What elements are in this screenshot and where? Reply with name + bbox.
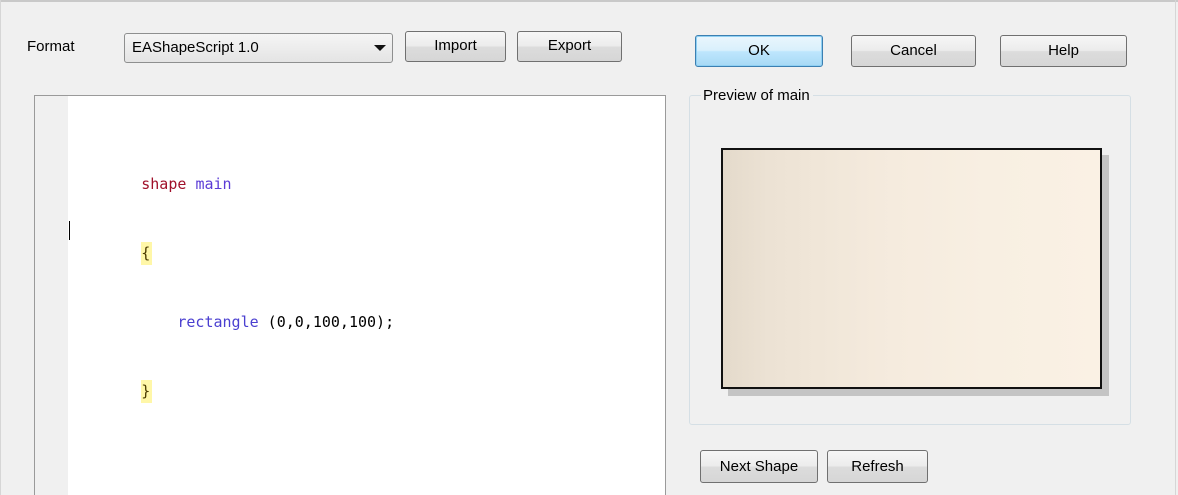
help-button[interactable]: Help <box>1000 35 1127 67</box>
open-brace-token: { <box>141 242 153 265</box>
code-line: } <box>69 357 394 403</box>
import-button[interactable]: Import <box>405 31 506 62</box>
code-line: shape main <box>69 150 394 193</box>
script-code[interactable]: shape main { rectangle (0,0,100,100); } <box>69 104 394 426</box>
shape-script-editor-window: Format EAShapeScript 1.0 Import Export O… <box>0 0 1178 495</box>
format-label: Format <box>27 38 75 55</box>
identifier-token: main <box>195 175 232 193</box>
keyword-token: shape <box>141 175 187 193</box>
export-button[interactable]: Export <box>517 31 622 62</box>
format-dropdown-value: EAShapeScript 1.0 <box>132 39 259 56</box>
chevron-down-icon <box>374 45 386 51</box>
refresh-button[interactable]: Refresh <box>827 450 928 483</box>
code-line: rectangle (0,0,100,100); <box>69 288 394 331</box>
text-caret <box>69 221 70 240</box>
arguments-token: (0,0,100,100); <box>258 313 395 331</box>
preview-title: Preview of main <box>701 87 813 104</box>
top-divider <box>0 0 1178 2</box>
shape-preview-rectangle <box>721 148 1102 389</box>
next-shape-button[interactable]: Next Shape <box>700 450 818 483</box>
editor-gutter <box>35 96 68 495</box>
format-dropdown[interactable]: EAShapeScript 1.0 <box>124 33 393 63</box>
right-divider <box>1175 0 1176 495</box>
cancel-button[interactable]: Cancel <box>851 35 976 67</box>
code-line: { <box>69 219 394 265</box>
script-editor[interactable]: shape main { rectangle (0,0,100,100); } <box>34 95 666 495</box>
close-brace-token: } <box>141 380 153 403</box>
ok-button[interactable]: OK <box>695 35 823 67</box>
function-token: rectangle <box>177 313 259 331</box>
left-divider <box>0 0 1 495</box>
